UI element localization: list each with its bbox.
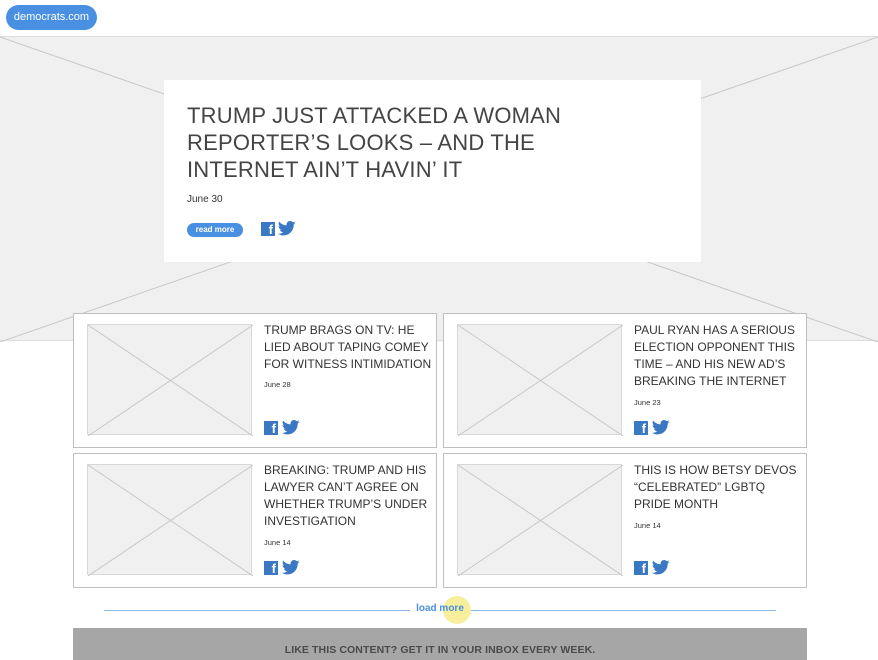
site-logo-pill[interactable]: democrats.com xyxy=(6,5,97,30)
article-title[interactable]: THIS IS HOW BETSY DEVOS “CELEBRATED” LGB… xyxy=(634,462,804,513)
hero-headline[interactable]: TRUMP JUST ATTACKED A WOMAN REPORTER’S L… xyxy=(187,102,647,183)
article-card[interactable]: PAUL RYAN HAS A SERIOUS ELECTION OPPONEN… xyxy=(443,313,807,448)
read-more-button[interactable]: read more xyxy=(187,223,243,237)
article-share-icons: f xyxy=(264,420,300,436)
article-thumbnail-placeholder xyxy=(87,324,253,436)
facebook-icon[interactable]: f xyxy=(264,560,278,576)
article-card[interactable]: TRUMP BRAGS ON TV: HE LIED ABOUT TAPING … xyxy=(73,313,437,448)
hero-date: June 30 xyxy=(187,194,223,205)
article-share-icons: f xyxy=(634,420,670,436)
hero-share-icons: f xyxy=(261,221,296,237)
facebook-icon[interactable]: f xyxy=(634,420,648,436)
article-date: June 23 xyxy=(634,398,661,407)
article-share-icons: f xyxy=(264,560,300,576)
twitter-icon[interactable] xyxy=(652,420,670,435)
article-date: June 28 xyxy=(264,380,291,389)
load-more-row: load more xyxy=(104,596,776,624)
twitter-icon[interactable] xyxy=(278,221,296,236)
twitter-icon[interactable] xyxy=(282,420,300,435)
load-more-button[interactable]: load more xyxy=(404,603,476,614)
hero-card: TRUMP JUST ATTACKED A WOMAN REPORTER’S L… xyxy=(164,80,701,262)
article-card[interactable]: THIS IS HOW BETSY DEVOS “CELEBRATED” LGB… xyxy=(443,453,807,588)
article-share-icons: f xyxy=(634,560,670,576)
divider-line-left xyxy=(104,610,410,611)
facebook-icon[interactable]: f xyxy=(264,420,278,436)
twitter-icon[interactable] xyxy=(282,560,300,575)
article-title[interactable]: BREAKING: TRUMP AND HIS LAWYER CAN’T AGR… xyxy=(264,462,434,530)
article-title[interactable]: PAUL RYAN HAS A SERIOUS ELECTION OPPONEN… xyxy=(634,322,804,390)
article-title[interactable]: TRUMP BRAGS ON TV: HE LIED ABOUT TAPING … xyxy=(264,322,434,373)
divider-line-right xyxy=(470,610,776,611)
newsletter-cta-text: LIKE THIS CONTENT? GET IT IN YOUR INBOX … xyxy=(284,644,596,656)
facebook-icon[interactable]: f xyxy=(261,221,275,237)
article-thumbnail-placeholder xyxy=(457,324,623,436)
article-thumbnail-placeholder xyxy=(457,464,623,576)
article-date: June 14 xyxy=(634,521,661,530)
facebook-icon[interactable]: f xyxy=(634,560,648,576)
article-thumbnail-placeholder xyxy=(87,464,253,576)
article-date: June 14 xyxy=(264,538,291,547)
newsletter-cta-bar[interactable]: LIKE THIS CONTENT? GET IT IN YOUR INBOX … xyxy=(73,628,807,660)
twitter-icon[interactable] xyxy=(652,560,670,575)
hero-section: TRUMP JUST ATTACKED A WOMAN REPORTER’S L… xyxy=(0,36,878,342)
article-card[interactable]: BREAKING: TRUMP AND HIS LAWYER CAN’T AGR… xyxy=(73,453,437,588)
